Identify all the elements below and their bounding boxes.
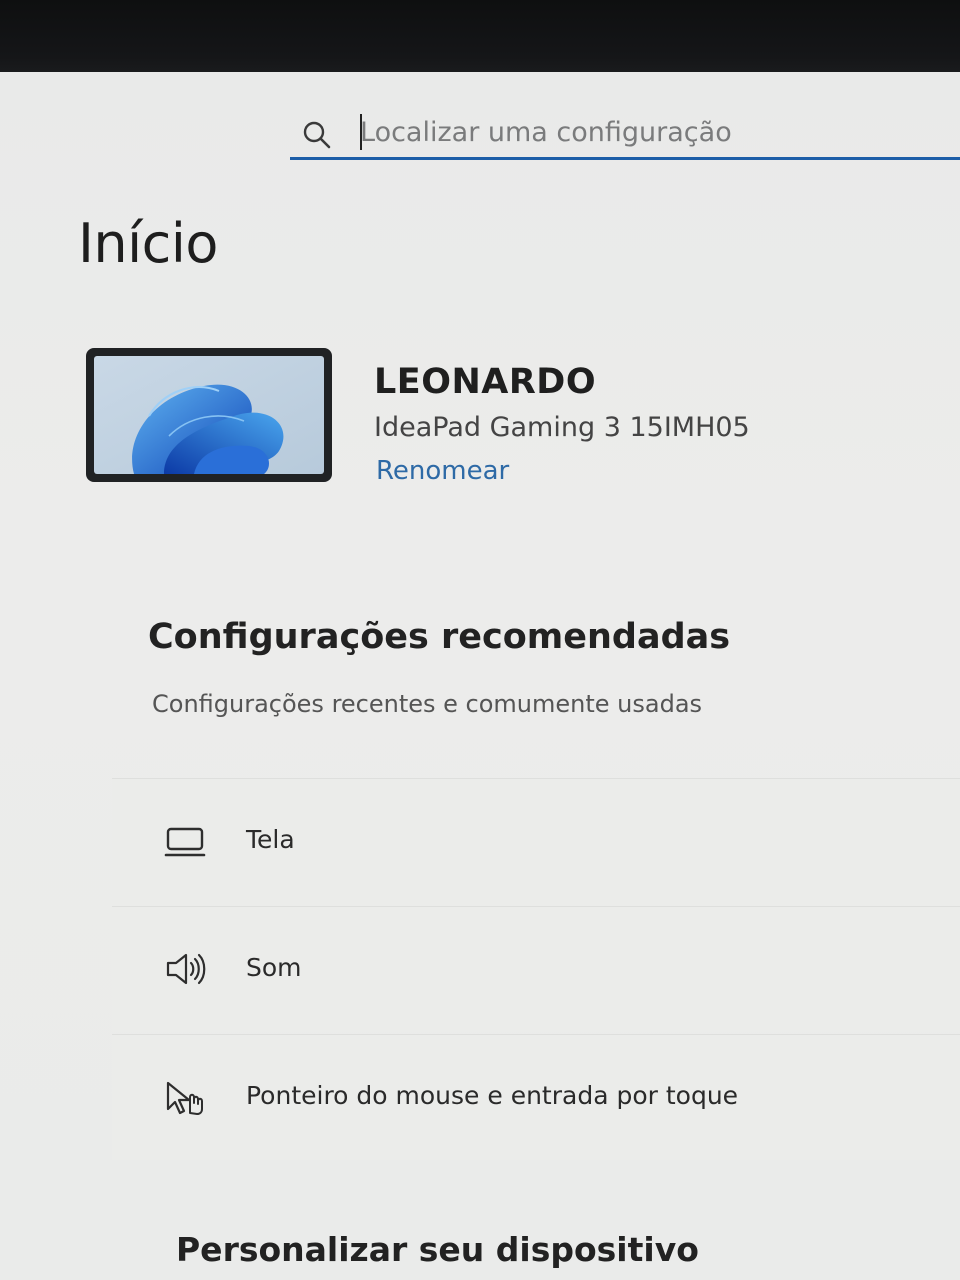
settings-item-label: Tela xyxy=(246,825,295,854)
search-box[interactable] xyxy=(290,102,960,160)
personalize-device-heading: Personalizar seu dispositivo xyxy=(176,1230,699,1269)
device-wallpaper-thumbnail xyxy=(86,348,332,482)
pointer-touch-icon xyxy=(166,1081,203,1115)
settings-item-label: Som xyxy=(246,953,302,982)
speaker-icon xyxy=(166,953,206,985)
settings-item-mouse-pointer-touch[interactable]: Ponteiro do mouse e entrada por toque xyxy=(112,1034,960,1160)
text-caret xyxy=(360,114,362,150)
search-input[interactable] xyxy=(360,110,940,154)
recommended-settings-heading: Configurações recomendadas xyxy=(148,617,731,657)
search-focus-underline xyxy=(290,157,960,160)
settings-item-display[interactable]: Tela xyxy=(112,778,960,904)
search-icon xyxy=(303,121,331,149)
screen-bezel xyxy=(0,0,960,82)
device-model: IdeaPad Gaming 3 15IMH05 xyxy=(374,412,750,443)
page-title: Início xyxy=(78,212,218,275)
settings-item-sound[interactable]: Som xyxy=(112,906,960,1032)
settings-item-label: Ponteiro do mouse e entrada por toque xyxy=(246,1081,739,1110)
rename-device-link[interactable]: Renomear xyxy=(376,456,509,486)
device-name: LEONARDO xyxy=(374,362,597,402)
monitor-icon xyxy=(164,827,206,857)
settings-window: Início xyxy=(0,72,960,1280)
recommended-settings-subtitle: Configurações recentes e comumente usada… xyxy=(152,690,703,718)
windows-bloom-wallpaper-icon xyxy=(94,356,324,474)
